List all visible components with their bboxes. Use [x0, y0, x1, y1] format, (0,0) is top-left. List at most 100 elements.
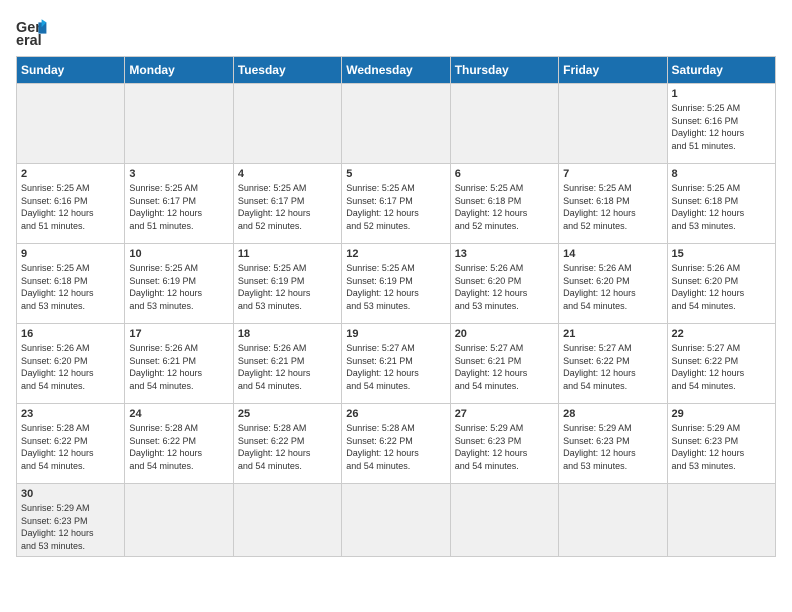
calendar-cell: 1 Sunrise: 5:25 AM Sunset: 6:16 PM Daylig… [667, 84, 775, 164]
calendar-cell: 30 Sunrise: 5:29 AM Sunset: 6:23 PM Dayli… [17, 484, 125, 557]
calendar-cell: 2Sunrise: 5:25 AM Sunset: 6:16 PM Daylig… [17, 164, 125, 244]
calendar-cell: 16 Sunrise: 5:26 AM Sunset: 6:20 PM Dayli… [17, 324, 125, 404]
logo: Gen eral [16, 16, 52, 48]
calendar-table: SundayMondayTuesdayWednesdayThursdayFrid… [16, 56, 776, 557]
day-info: Sunrise: 5:27 AM Sunset: 6:22 PM Dayligh… [672, 342, 771, 392]
day-number: 15 [672, 248, 771, 260]
day-number: 9 [21, 248, 120, 260]
calendar-week-row: 9 Sunrise: 5:25 AM Sunset: 6:18 PM Daylig… [17, 244, 776, 324]
day-number: 22 [672, 328, 771, 340]
calendar-cell [125, 484, 233, 557]
calendar-cell [559, 84, 667, 164]
day-info: Sunrise: 5:28 AM Sunset: 6:22 PM Dayligh… [21, 422, 120, 472]
svg-text:eral: eral [16, 33, 42, 48]
weekday-header-friday: Friday [559, 57, 667, 84]
day-info: Sunrise: 5:27 AM Sunset: 6:22 PM Dayligh… [563, 342, 662, 392]
day-info: Sunrise: 5:29 AM Sunset: 6:23 PM Dayligh… [563, 422, 662, 472]
day-number: 5 [346, 168, 445, 180]
calendar-cell [342, 84, 450, 164]
calendar-cell: 14 Sunrise: 5:26 AM Sunset: 6:20 PM Dayli… [559, 244, 667, 324]
weekday-header-thursday: Thursday [450, 57, 558, 84]
day-info: Sunrise: 5:26 AM Sunset: 6:20 PM Dayligh… [563, 262, 662, 312]
calendar-cell: 9 Sunrise: 5:25 AM Sunset: 6:18 PM Daylig… [17, 244, 125, 324]
calendar-cell [450, 84, 558, 164]
day-info: Sunrise: 5:29 AM Sunset: 6:23 PM Dayligh… [21, 502, 120, 552]
day-info: Sunrise: 5:26 AM Sunset: 6:21 PM Dayligh… [238, 342, 337, 392]
calendar-cell: 7 Sunrise: 5:25 AM Sunset: 6:18 PM Daylig… [559, 164, 667, 244]
calendar-cell: 29 Sunrise: 5:29 AM Sunset: 6:23 PM Dayli… [667, 404, 775, 484]
calendar-cell [559, 484, 667, 557]
day-number: 26 [346, 408, 445, 420]
day-number: 29 [672, 408, 771, 420]
calendar-cell: 8 Sunrise: 5:25 AM Sunset: 6:18 PM Daylig… [667, 164, 775, 244]
calendar-cell: 4Sunrise: 5:25 AM Sunset: 6:17 PM Daylig… [233, 164, 341, 244]
day-number: 10 [129, 248, 228, 260]
weekday-header-monday: Monday [125, 57, 233, 84]
day-info: Sunrise: 5:28 AM Sunset: 6:22 PM Dayligh… [238, 422, 337, 472]
day-info: Sunrise: 5:28 AM Sunset: 6:22 PM Dayligh… [346, 422, 445, 472]
logo-icon: Gen eral [16, 16, 48, 48]
day-number: 19 [346, 328, 445, 340]
calendar-cell: 22 Sunrise: 5:27 AM Sunset: 6:22 PM Dayli… [667, 324, 775, 404]
day-info: Sunrise: 5:25 AM Sunset: 6:18 PM Dayligh… [455, 182, 554, 232]
calendar-cell: 5 Sunrise: 5:25 AM Sunset: 6:17 PM Daylig… [342, 164, 450, 244]
calendar-cell: 24 Sunrise: 5:28 AM Sunset: 6:22 PM Dayli… [125, 404, 233, 484]
day-info: Sunrise: 5:29 AM Sunset: 6:23 PM Dayligh… [672, 422, 771, 472]
day-info: Sunrise: 5:25 AM Sunset: 6:16 PM Dayligh… [672, 102, 771, 152]
day-number: 30 [21, 488, 120, 500]
day-info: Sunrise: 5:27 AM Sunset: 6:21 PM Dayligh… [455, 342, 554, 392]
day-number: 14 [563, 248, 662, 260]
calendar-cell [233, 484, 341, 557]
day-number: 6 [455, 168, 554, 180]
day-number: 20 [455, 328, 554, 340]
day-info: Sunrise: 5:26 AM Sunset: 6:20 PM Dayligh… [21, 342, 120, 392]
day-number: 3 [129, 168, 228, 180]
calendar-cell: 27 Sunrise: 5:29 AM Sunset: 6:23 PM Dayli… [450, 404, 558, 484]
day-info: Sunrise: 5:29 AM Sunset: 6:23 PM Dayligh… [455, 422, 554, 472]
calendar-cell: 15 Sunrise: 5:26 AM Sunset: 6:20 PM Dayli… [667, 244, 775, 324]
calendar-cell: 12 Sunrise: 5:25 AM Sunset: 6:19 PM Dayli… [342, 244, 450, 324]
calendar-cell: 25Sunrise: 5:28 AM Sunset: 6:22 PM Dayli… [233, 404, 341, 484]
calendar-cell [233, 84, 341, 164]
day-info: Sunrise: 5:25 AM Sunset: 6:18 PM Dayligh… [563, 182, 662, 232]
day-number: 24 [129, 408, 228, 420]
day-info: Sunrise: 5:27 AM Sunset: 6:21 PM Dayligh… [346, 342, 445, 392]
calendar-cell: 28Sunrise: 5:29 AM Sunset: 6:23 PM Dayli… [559, 404, 667, 484]
day-number: 12 [346, 248, 445, 260]
calendar-cell [125, 84, 233, 164]
day-number: 8 [672, 168, 771, 180]
day-number: 21 [563, 328, 662, 340]
calendar-week-row: 30 Sunrise: 5:29 AM Sunset: 6:23 PM Dayli… [17, 484, 776, 557]
day-info: Sunrise: 5:26 AM Sunset: 6:20 PM Dayligh… [672, 262, 771, 312]
day-info: Sunrise: 5:25 AM Sunset: 6:16 PM Dayligh… [21, 182, 120, 232]
weekday-header-sunday: Sunday [17, 57, 125, 84]
day-info: Sunrise: 5:25 AM Sunset: 6:17 PM Dayligh… [346, 182, 445, 232]
calendar-cell [450, 484, 558, 557]
day-info: Sunrise: 5:25 AM Sunset: 6:17 PM Dayligh… [129, 182, 228, 232]
day-info: Sunrise: 5:25 AM Sunset: 6:19 PM Dayligh… [346, 262, 445, 312]
calendar-cell: 20 Sunrise: 5:27 AM Sunset: 6:21 PM Dayli… [450, 324, 558, 404]
day-number: 23 [21, 408, 120, 420]
day-info: Sunrise: 5:28 AM Sunset: 6:22 PM Dayligh… [129, 422, 228, 472]
day-number: 17 [129, 328, 228, 340]
weekday-header-tuesday: Tuesday [233, 57, 341, 84]
day-number: 16 [21, 328, 120, 340]
day-number: 13 [455, 248, 554, 260]
day-info: Sunrise: 5:25 AM Sunset: 6:19 PM Dayligh… [238, 262, 337, 312]
day-info: Sunrise: 5:26 AM Sunset: 6:21 PM Dayligh… [129, 342, 228, 392]
calendar-cell [667, 484, 775, 557]
day-info: Sunrise: 5:25 AM Sunset: 6:18 PM Dayligh… [21, 262, 120, 312]
calendar-cell [342, 484, 450, 557]
day-number: 7 [563, 168, 662, 180]
calendar-cell: 23 Sunrise: 5:28 AM Sunset: 6:22 PM Dayli… [17, 404, 125, 484]
day-info: Sunrise: 5:25 AM Sunset: 6:18 PM Dayligh… [672, 182, 771, 232]
calendar-week-row: 16 Sunrise: 5:26 AM Sunset: 6:20 PM Dayli… [17, 324, 776, 404]
calendar-week-row: 1 Sunrise: 5:25 AM Sunset: 6:16 PM Daylig… [17, 84, 776, 164]
day-info: Sunrise: 5:25 AM Sunset: 6:17 PM Dayligh… [238, 182, 337, 232]
calendar-cell [17, 84, 125, 164]
calendar-cell: 17 Sunrise: 5:26 AM Sunset: 6:21 PM Dayli… [125, 324, 233, 404]
calendar-cell: 21 Sunrise: 5:27 AM Sunset: 6:22 PM Dayli… [559, 324, 667, 404]
day-number: 27 [455, 408, 554, 420]
day-number: 1 [672, 88, 771, 100]
page-header: Gen eral [16, 16, 776, 48]
